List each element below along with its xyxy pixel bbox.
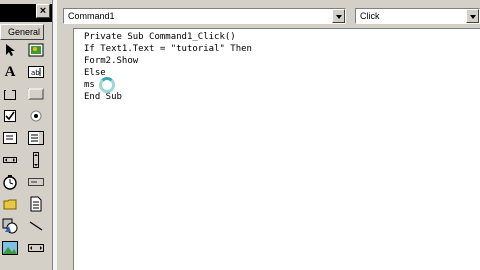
object-combobox[interactable]: Command1 [63, 8, 346, 24]
toolbox-panel: × General A ab [0, 0, 53, 270]
code-line: ms [84, 80, 95, 90]
vscrollbar-icon[interactable] [28, 152, 44, 168]
object-combobox-value: Command1 [68, 11, 115, 21]
chevron-down-icon[interactable] [466, 9, 479, 23]
shape-icon[interactable] [2, 218, 18, 234]
image-icon[interactable] [2, 240, 18, 256]
toolbox-tab-general[interactable]: General [0, 24, 44, 40]
filelistbox-icon[interactable] [28, 196, 44, 212]
code-window: Command1 Click Private Sub Command1_Clic… [57, 0, 480, 270]
code-line: If Text1.Text = "tutorial" Then [84, 44, 252, 54]
code-line: Form2.Show [84, 56, 139, 66]
timer-icon[interactable] [2, 174, 18, 190]
drivelistbox-icon[interactable] [28, 174, 44, 190]
code-line: End Sub [84, 92, 122, 102]
commandbutton-icon[interactable] [28, 86, 44, 102]
code-editor[interactable]: Private Sub Command1_Click() If Text1.Te… [73, 28, 480, 270]
listbox-icon[interactable] [28, 130, 44, 146]
dirlistbox-icon[interactable] [2, 196, 18, 212]
vb6-ide: × General A ab Command1 Click Private Su… [0, 0, 480, 270]
svg-text:ab: ab [31, 69, 40, 77]
loading-spinner-icon [99, 77, 115, 93]
procedure-combobox-value: Click [360, 11, 380, 21]
textbox-icon[interactable]: ab [28, 64, 44, 80]
code-line: Private Sub Command1_Click() [84, 32, 236, 42]
toolbox-close-button[interactable]: × [36, 4, 50, 18]
label-icon[interactable]: A [2, 64, 18, 80]
picturebox-icon[interactable] [28, 42, 44, 58]
data-icon[interactable] [28, 240, 44, 256]
procedure-combobox[interactable]: Click [355, 8, 480, 24]
hscrollbar-icon[interactable] [2, 152, 18, 168]
optionbutton-icon[interactable] [28, 108, 44, 124]
pointer-icon[interactable] [2, 42, 18, 58]
chevron-down-icon[interactable] [332, 9, 345, 23]
line-icon[interactable] [28, 218, 44, 234]
checkbox-icon[interactable] [2, 108, 18, 124]
combobox-icon[interactable] [2, 130, 18, 146]
frame-icon[interactable] [2, 86, 18, 102]
